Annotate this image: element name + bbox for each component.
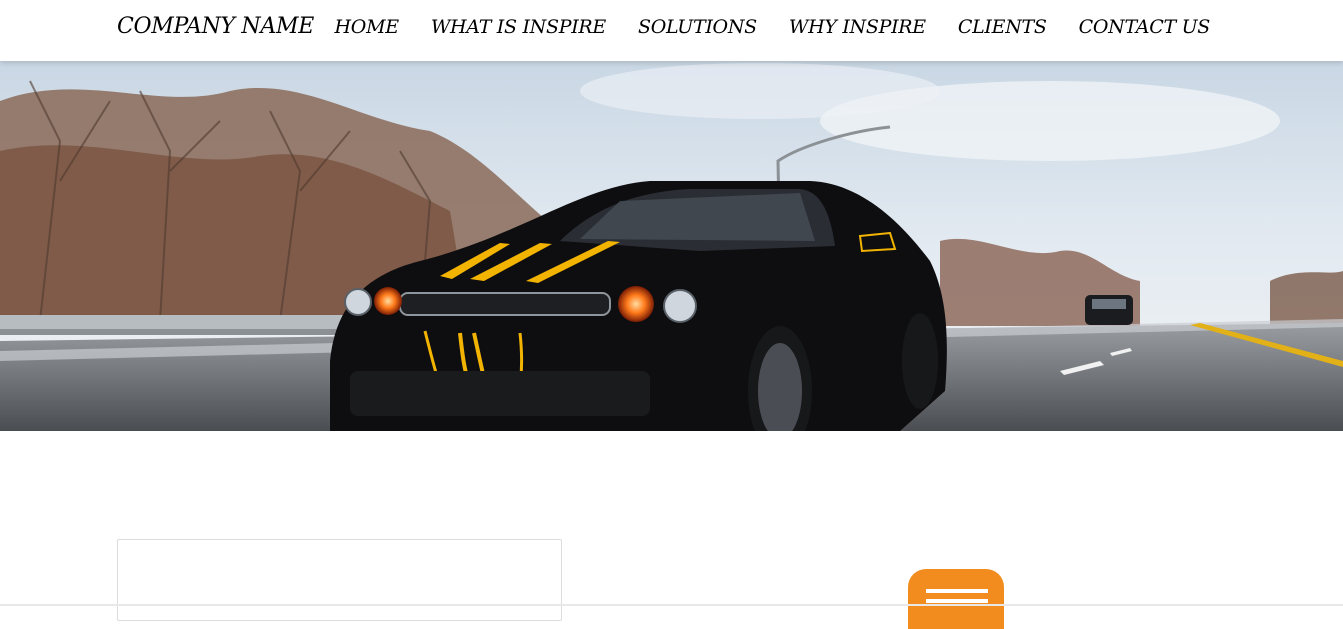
nav-link-why-inspire[interactable]: WHY INSPIRE	[789, 16, 926, 38]
content-card	[117, 539, 562, 621]
hero-banner	[0, 61, 1343, 431]
nav-link-contact-us[interactable]: CONTACT US	[1079, 16, 1211, 38]
main-nav: HOME WHAT IS INSPIRE SOLUTIONS WHY INSPI…	[335, 16, 1211, 38]
nav-link-clients[interactable]: CLIENTS	[958, 16, 1047, 38]
nav-link-home[interactable]: HOME	[335, 16, 400, 38]
hero-car-image	[0, 61, 1343, 431]
nav-link-what-is-inspire[interactable]: WHAT IS INSPIRE	[431, 16, 606, 38]
top-navbar: COMPANY NAME HOME WHAT IS INSPIRE SOLUTI…	[0, 0, 1343, 61]
menu-icon-line	[926, 599, 988, 603]
nav-link-solutions[interactable]: SOLUTIONS	[638, 16, 757, 38]
brand-logo-text[interactable]: COMPANY NAME	[117, 14, 314, 39]
hamburger-menu-icon[interactable]	[908, 569, 1004, 629]
menu-icon-line	[926, 589, 988, 593]
